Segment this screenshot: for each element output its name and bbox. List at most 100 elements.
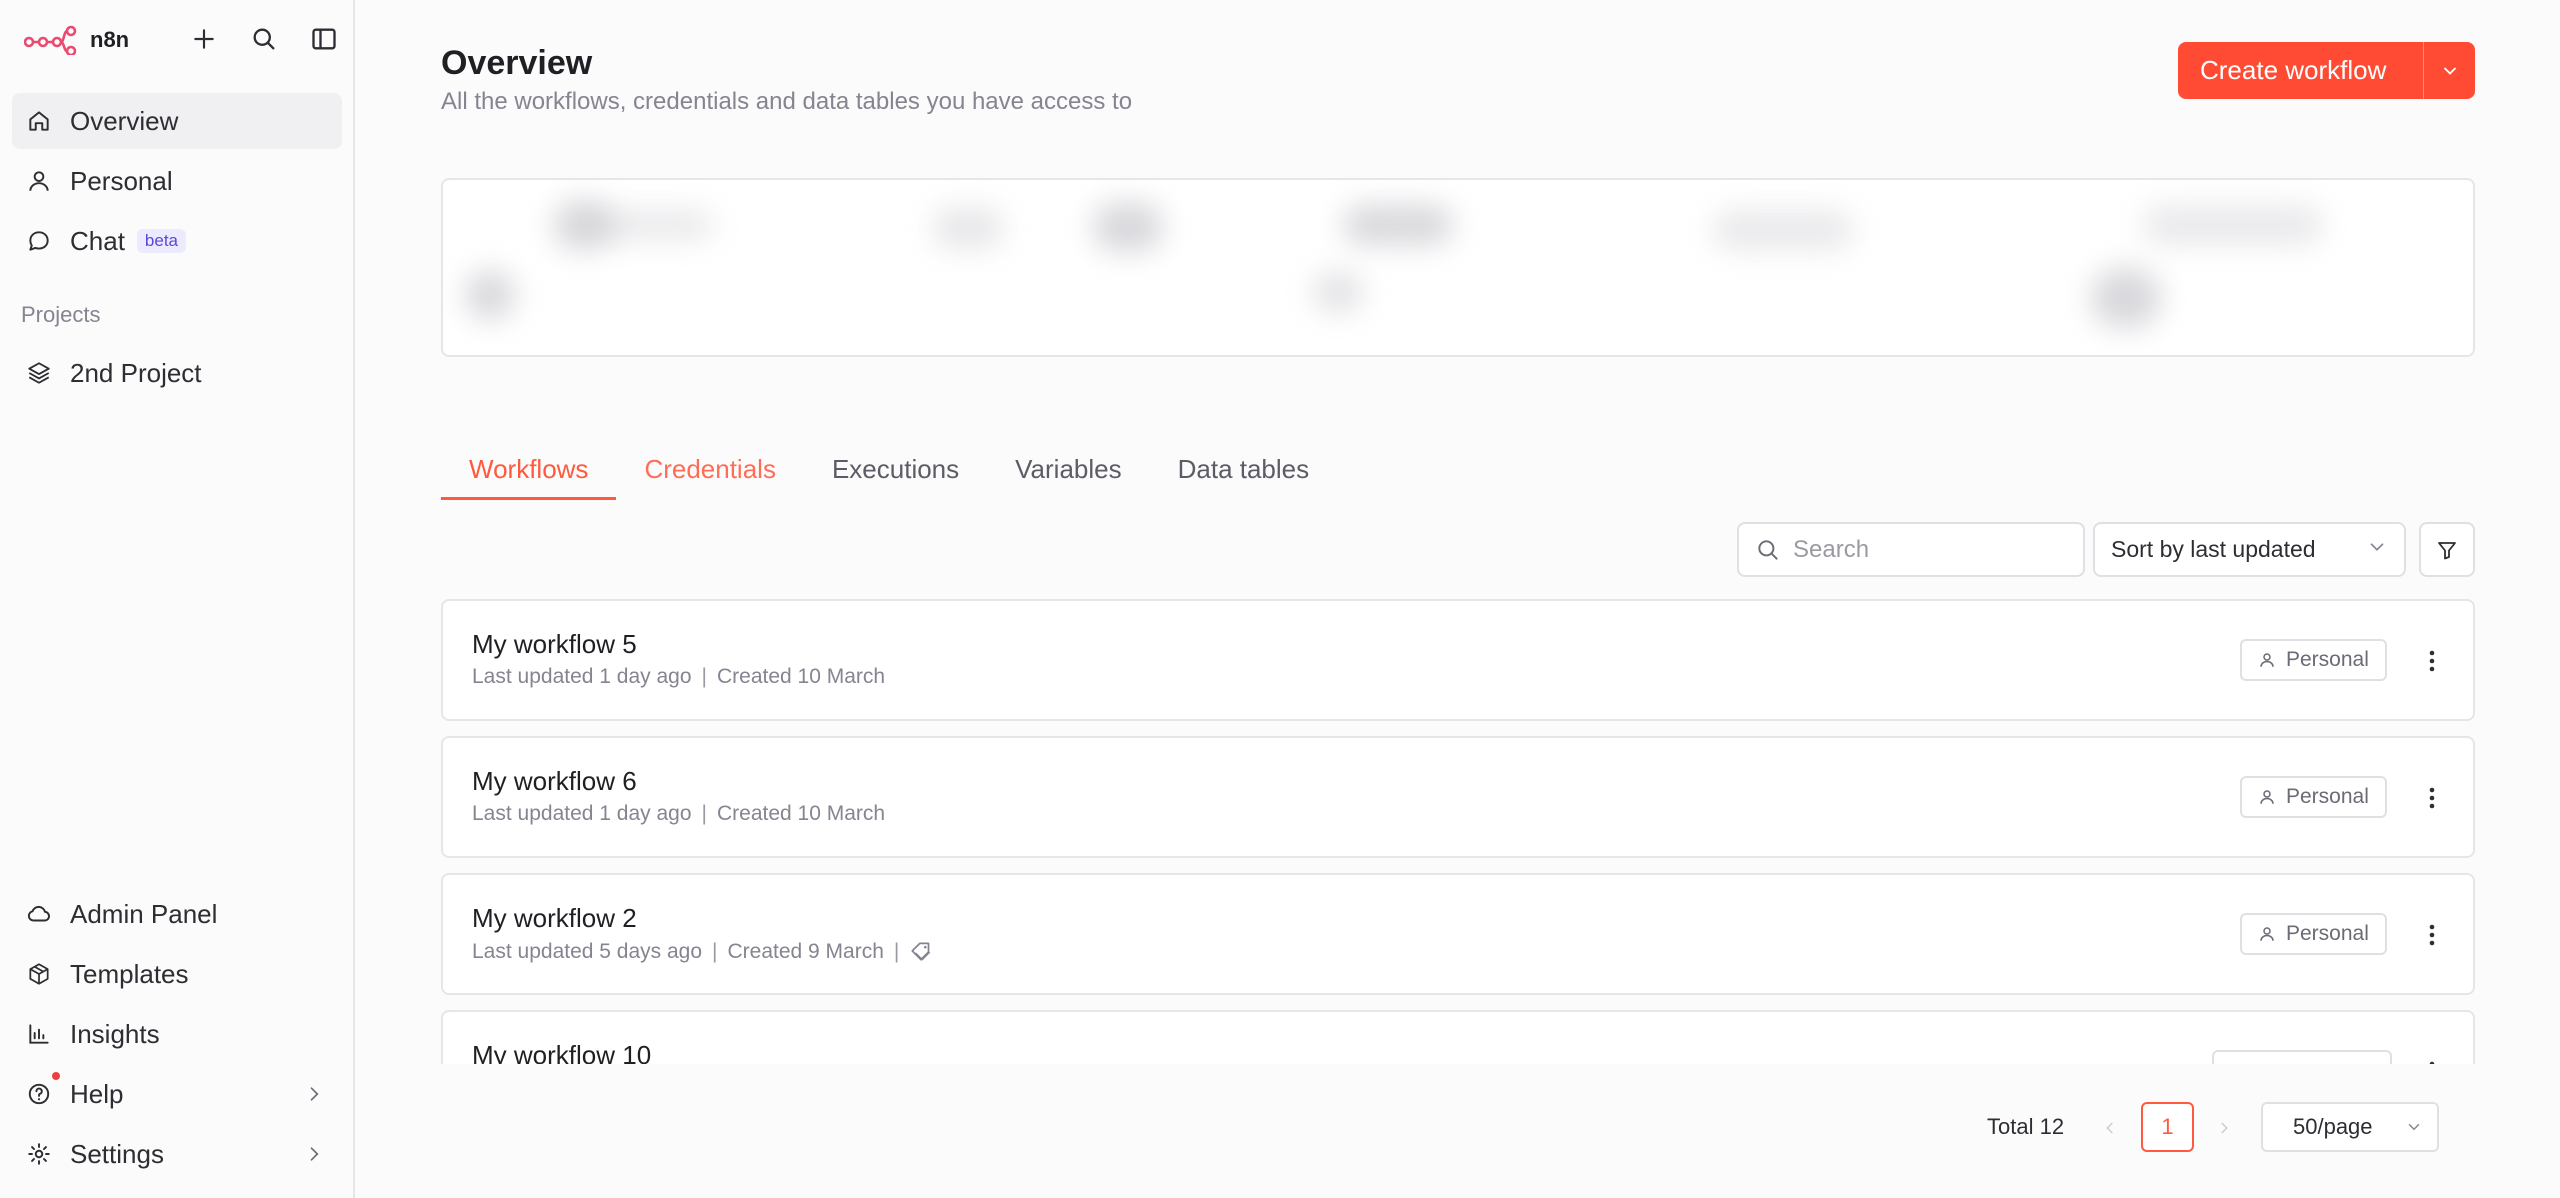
search-input[interactable] xyxy=(1793,535,2063,564)
sidebar-item-settings[interactable]: Settings xyxy=(12,1126,342,1182)
meta-separator: | xyxy=(701,802,707,825)
page-title: Overview xyxy=(441,44,593,82)
owner-label: Personal xyxy=(2286,922,2369,945)
workflow-created: Created 10 March xyxy=(716,802,886,825)
tabs: Workflows Credentials Executions Variabl… xyxy=(441,448,1337,500)
insights-summary-loading xyxy=(441,178,2475,357)
more-options-icon[interactable] xyxy=(2417,641,2447,681)
tab-workflows[interactable]: Workflows xyxy=(441,448,617,500)
filter-icon xyxy=(2438,541,2456,559)
workflow-meta: Last updated 1 day ago | Created 10 Marc… xyxy=(472,665,885,689)
total-count: Total 12 xyxy=(1987,1114,2065,1139)
more-options-icon[interactable] xyxy=(2417,1052,2447,1064)
tab-variables[interactable]: Variables xyxy=(987,448,1149,500)
sidebar-item-label: 2nd Project xyxy=(70,357,202,388)
next-page-icon[interactable] xyxy=(2209,1110,2239,1146)
workflow-card[interactable]: My workflow 6 Last updated 1 day ago | C… xyxy=(441,736,2475,858)
page-size-select[interactable]: 50/page xyxy=(2261,1102,2439,1152)
search-icon[interactable] xyxy=(246,20,282,58)
chevron-right-icon xyxy=(304,1144,324,1164)
owner-label: Personal xyxy=(2286,785,2369,808)
workflow-name: My workflow 5 xyxy=(472,629,637,659)
workflow-updated: Last updated 5 days ago xyxy=(472,940,703,963)
create-workflow-label: Create workflow xyxy=(2200,55,2387,85)
page-size-value: 50/page xyxy=(2293,1114,2373,1139)
sidebar-item-2nd-project[interactable]: 2nd Project xyxy=(12,345,342,401)
cloud-icon xyxy=(24,899,54,929)
sort-value: Sort by last updated xyxy=(2111,536,2316,562)
page-subtitle: All the workflows, credentials and data … xyxy=(441,88,1133,115)
sidebar-item-templates[interactable]: Templates xyxy=(12,946,342,1002)
main-content: Overview All the workflows, credentials … xyxy=(357,0,2560,1198)
home-icon xyxy=(24,106,54,136)
workflow-updated: Last updated 1 day ago xyxy=(472,802,692,825)
sidebar-item-chat[interactable]: Chat beta xyxy=(12,213,342,269)
meta-separator: | xyxy=(701,665,707,688)
sidebar-toggle-icon[interactable] xyxy=(306,20,342,58)
create-workflow-button[interactable]: Create workflow xyxy=(2178,42,2475,99)
search-icon xyxy=(1758,539,1778,560)
user-icon xyxy=(2260,790,2274,804)
workflow-name: My workflow 2 xyxy=(472,903,637,933)
sidebar-item-help[interactable]: Help xyxy=(12,1066,342,1122)
workflow-updated: Last updated 1 day ago xyxy=(472,665,692,688)
layers-icon xyxy=(24,358,54,388)
sidebar-item-label: Admin Panel xyxy=(70,898,218,929)
user-icon xyxy=(2260,653,2274,667)
owner-badge[interactable]: Personal xyxy=(2240,913,2387,955)
chevron-down-icon xyxy=(2366,536,2388,564)
sidebar-item-label: Personal xyxy=(70,165,173,196)
filter-button[interactable] xyxy=(2419,522,2475,577)
workflow-created: Created 9 March xyxy=(727,940,884,963)
sidebar-item-admin-panel[interactable]: Admin Panel xyxy=(12,886,342,942)
n8n-logo-icon xyxy=(24,25,77,55)
pagination: Total 12 1 50/page xyxy=(357,1102,2560,1152)
workflow-list: My workflow 5 Last updated 1 day ago | C… xyxy=(441,599,2475,1064)
workflow-card[interactable]: My workflow 2 Last updated 5 days ago | … xyxy=(441,873,2475,995)
chat-bubble-icon xyxy=(24,226,54,256)
sidebar-item-personal[interactable]: Personal xyxy=(12,153,342,209)
user-icon xyxy=(24,166,54,196)
add-icon[interactable] xyxy=(186,20,222,58)
search-field[interactable] xyxy=(1737,522,2085,577)
sort-select[interactable]: Sort by last updated xyxy=(2093,522,2406,577)
create-options-dropdown[interactable] xyxy=(2423,42,2475,99)
workflow-name: My workflow 10 xyxy=(472,1040,652,1064)
app-name: n8n xyxy=(90,27,130,52)
workflow-card[interactable]: My workflow 10 xyxy=(441,1010,2475,1064)
more-options-icon[interactable] xyxy=(2417,915,2447,955)
meta-separator: | xyxy=(893,940,900,963)
workflow-card[interactable]: My workflow 5 Last updated 1 day ago | C… xyxy=(441,599,2475,721)
sidebar-item-label: Settings xyxy=(70,1138,164,1169)
sidebar-item-label: Insights xyxy=(70,1018,160,1049)
prev-page-icon[interactable] xyxy=(2095,1110,2125,1146)
current-page-button[interactable]: 1 xyxy=(2141,1102,2194,1152)
workflow-meta: Last updated 5 days ago | Created 9 Marc… xyxy=(472,939,935,965)
sidebar: n8n Overview Personal Chat beta Projects… xyxy=(0,0,355,1198)
owner-label: Personal xyxy=(2286,648,2369,671)
more-options-icon[interactable] xyxy=(2417,778,2447,818)
workflow-meta: Last updated 1 day ago | Created 10 Marc… xyxy=(472,802,885,826)
meta-separator: | xyxy=(712,940,718,963)
owner-badge[interactable]: Personal xyxy=(2240,776,2387,818)
help-icon xyxy=(24,1079,54,1109)
sidebar-item-insights[interactable]: Insights xyxy=(12,1006,342,1062)
notification-dot xyxy=(52,1072,60,1080)
owner-badge[interactable]: Personal xyxy=(2240,639,2387,681)
bar-chart-icon xyxy=(24,1019,54,1049)
brand[interactable]: n8n xyxy=(24,20,129,60)
beta-badge: beta xyxy=(136,229,187,253)
sidebar-item-label: Templates xyxy=(70,958,189,989)
chevron-right-icon xyxy=(304,1084,324,1104)
owner-badge[interactable] xyxy=(2212,1050,2392,1064)
workflow-created: Created 10 March xyxy=(716,665,886,688)
sidebar-item-overview[interactable]: Overview xyxy=(12,93,342,149)
projects-section-label: Projects xyxy=(21,302,101,327)
sidebar-item-label: Chat xyxy=(70,225,125,256)
tab-data-tables[interactable]: Data tables xyxy=(1150,448,1338,500)
workflow-name: My workflow 6 xyxy=(472,766,637,796)
gear-icon xyxy=(24,1139,54,1169)
sidebar-item-label: Help xyxy=(70,1078,124,1109)
tab-credentials[interactable]: Credentials xyxy=(616,448,804,500)
tab-executions[interactable]: Executions xyxy=(804,448,987,500)
